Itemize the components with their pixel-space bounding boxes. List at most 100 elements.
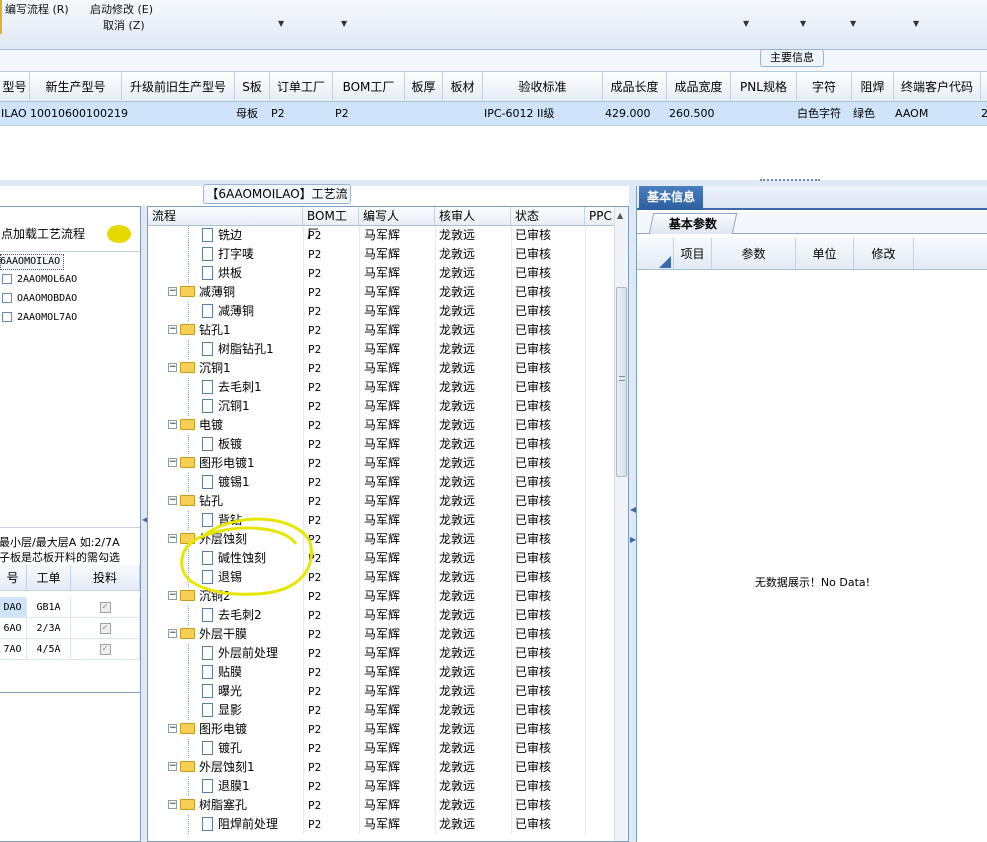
- col-header[interactable]: 流程: [148, 207, 303, 225]
- checkbox-checked-icon[interactable]: ✓: [99, 622, 111, 634]
- cell[interactable]: ✓: [71, 618, 140, 639]
- flow-node[interactable]: 打字唛: [202, 245, 254, 264]
- table-row[interactable]: 镀锡1 P2 马军辉 龙敦远 已审核: [148, 473, 614, 492]
- scrollbar-thumb[interactable]: [616, 287, 627, 477]
- flow-node[interactable]: 退膜1: [202, 777, 250, 796]
- table-row[interactable]: 减薄铜 P2 马军辉 龙敦远 已审核: [148, 302, 614, 321]
- col-header[interactable]: 验收标准: [483, 72, 603, 102]
- table-row-selected[interactable]: ILAO 10010600100219 母板 P2 P2 IPC-6012 II…: [0, 102, 987, 126]
- checkbox-checked-icon[interactable]: ✓: [99, 601, 111, 613]
- dropdown-arrow-icon[interactable]: ▼: [850, 19, 856, 28]
- flow-node[interactable]: 阻焊前处理: [202, 815, 278, 834]
- table-row[interactable]: 曝光 P2 马军辉 龙敦远 已审核: [148, 682, 614, 701]
- cell[interactable]: ✓: [71, 597, 140, 618]
- flow-node[interactable]: 板镀: [202, 435, 242, 454]
- tree-item[interactable]: OAAOMOBDAO: [2, 293, 77, 304]
- table-row[interactable]: 贴膜 P2 马军辉 龙敦远 已审核: [148, 663, 614, 682]
- table-row[interactable]: 镀孔 P2 马军辉 龙敦远 已审核: [148, 739, 614, 758]
- cell[interactable]: 6AO: [0, 618, 27, 639]
- col-header[interactable]: 型号: [0, 72, 30, 102]
- col-header[interactable]: BOM工厂: [303, 207, 359, 241]
- main-info-tab[interactable]: 主要信息: [760, 49, 824, 67]
- table-row[interactable]: 树脂钻孔1 P2 马军辉 龙敦远 已审核: [148, 340, 614, 359]
- basic-params-tab[interactable]: 基本参数: [648, 213, 738, 234]
- scroll-up-icon[interactable]: ▲: [617, 211, 623, 220]
- col-header[interactable]: 编写人: [359, 207, 435, 225]
- table-row[interactable]: 退膜1 P2 马军辉 龙敦远 已审核: [148, 777, 614, 796]
- table-row[interactable]: 沉铜1 P2 马军辉 龙敦远 已审核: [148, 397, 614, 416]
- start-modify-button[interactable]: 启动修改 (E): [90, 1, 153, 17]
- col-header[interactable]: PNL规格: [731, 72, 797, 102]
- col-header[interactable]: 升级前旧生产型号: [122, 72, 235, 102]
- flow-tab[interactable]: 【6AAOMOILAO】工艺流程: [203, 184, 351, 219]
- flow-node[interactable]: 树脂钻孔1: [202, 340, 274, 359]
- table-row[interactable]: − 图形电镀1 P2 马军辉 龙敦远 已审核: [148, 454, 614, 473]
- col-header[interactable]: 修改: [854, 238, 914, 270]
- flow-node[interactable]: 镀锡1: [202, 473, 250, 492]
- vertical-splitter[interactable]: [629, 186, 636, 842]
- col-header[interactable]: 板材: [443, 72, 483, 102]
- table-row[interactable]: − 树脂塞孔 P2 马军辉 龙敦远 已审核: [148, 796, 614, 815]
- flow-node[interactable]: 外层前处理: [202, 644, 278, 663]
- table-row[interactable]: − 钻孔1 P2 马军辉 龙敦远 已审核: [148, 321, 614, 340]
- cell[interactable]: DAO: [0, 597, 27, 618]
- table-row[interactable]: − 钻孔 P2 马军辉 龙敦远 已审核: [148, 492, 614, 511]
- load-flow-bar[interactable]: 点加载工艺流程: [0, 215, 140, 251]
- edit-flow-button[interactable]: 编写流程 (R): [5, 1, 69, 17]
- col-header[interactable]: 阻焊: [852, 72, 894, 102]
- basic-info-tab[interactable]: 基本信息: [639, 186, 703, 210]
- dropdown-arrow-icon[interactable]: ▼: [913, 19, 919, 28]
- speech-bubble-icon[interactable]: [107, 225, 131, 243]
- tree-item[interactable]: 2AAOMOL7AO: [2, 312, 77, 323]
- flow-node[interactable]: − 钻孔1: [168, 321, 231, 340]
- cell[interactable]: 2/3A: [27, 618, 71, 639]
- splitter-grip-icon[interactable]: [760, 179, 820, 182]
- checkbox-icon[interactable]: [2, 274, 12, 284]
- flow-node[interactable]: − 钻孔: [168, 492, 223, 511]
- col-header[interactable]: 工单: [27, 565, 71, 591]
- flow-node[interactable]: 显影: [202, 701, 242, 720]
- collapse-icon[interactable]: −: [168, 629, 177, 638]
- col-header[interactable]: 号: [0, 565, 27, 591]
- col-header[interactable]: 成品宽度: [667, 72, 731, 102]
- col-header[interactable]: S板: [235, 72, 270, 102]
- flow-node[interactable]: 贴膜: [202, 663, 242, 682]
- table-row[interactable]: 去毛刺1 P2 马军辉 龙敦远 已审核: [148, 378, 614, 397]
- col-header[interactable]: 终端客户代码: [894, 72, 981, 102]
- table-row[interactable]: − 图形电镀 P2 马军辉 龙敦远 已审核: [148, 720, 614, 739]
- flow-node[interactable]: − 沉铜1: [168, 359, 231, 378]
- table-row[interactable]: 板镀 P2 马军辉 龙敦远 已审核: [148, 435, 614, 454]
- table-row[interactable]: 外层前处理 P2 马军辉 龙敦远 已审核: [148, 644, 614, 663]
- dropdown-arrow-icon[interactable]: ▼: [278, 19, 284, 28]
- flow-node[interactable]: 减薄铜: [202, 302, 254, 321]
- collapse-icon[interactable]: −: [168, 800, 177, 809]
- checkbox-icon[interactable]: [2, 293, 12, 303]
- flow-node[interactable]: − 图形电镀: [168, 720, 247, 739]
- col-header[interactable]: 板厚: [405, 72, 443, 102]
- table-row[interactable]: − 外层蚀刻1 P2 马军辉 龙敦远 已审核: [148, 758, 614, 777]
- col-header[interactable]: 订单工厂: [270, 72, 333, 102]
- table-row[interactable]: 打字唛 P2 马军辉 龙敦远 已审核: [148, 245, 614, 264]
- cancel-button[interactable]: 取消 (Z): [103, 17, 145, 33]
- col-header[interactable]: 单位: [796, 238, 854, 270]
- table-row[interactable]: 烘板 P2 马军辉 龙敦远 已审核: [148, 264, 614, 283]
- flow-node[interactable]: 去毛刺1: [202, 378, 262, 397]
- collapse-icon[interactable]: −: [168, 496, 177, 505]
- flow-node[interactable]: − 外层蚀刻1: [168, 758, 255, 777]
- table-row[interactable]: 去毛刺2 P2 马军辉 龙敦远 已审核: [148, 606, 614, 625]
- flow-node[interactable]: − 电镀: [168, 416, 223, 435]
- table-row[interactable]: − 减薄铜 P2 马军辉 龙敦远 已审核: [148, 283, 614, 302]
- table-row[interactable]: 阻焊前处理 P2 马军辉 龙敦远 已审核: [148, 815, 614, 834]
- col-header[interactable]: 项目: [674, 238, 712, 270]
- cell[interactable]: GB1A: [27, 597, 71, 618]
- flow-node[interactable]: 镀孔: [202, 739, 242, 758]
- cell[interactable]: 4/5A: [27, 639, 71, 660]
- checkbox-icon[interactable]: [2, 312, 12, 322]
- col-header[interactable]: PPC: [585, 207, 615, 225]
- col-header[interactable]: BOM工厂: [333, 72, 405, 102]
- dropdown-arrow-icon[interactable]: ▼: [800, 19, 806, 28]
- cell[interactable]: ✓: [71, 639, 140, 660]
- flow-node[interactable]: − 图形电镀1: [168, 454, 255, 473]
- col-header[interactable]: 新生产型号: [30, 72, 122, 102]
- table-row[interactable]: − 电镀 P2 马军辉 龙敦远 已审核: [148, 416, 614, 435]
